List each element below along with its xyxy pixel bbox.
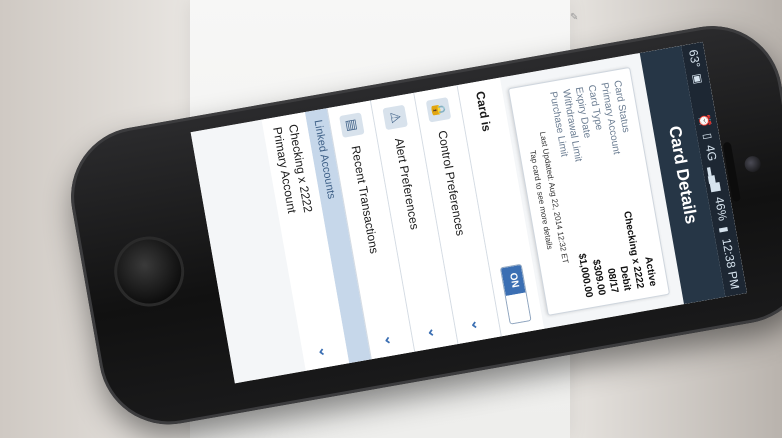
chevron-down-icon: ⌄ <box>468 317 487 332</box>
temperature-text: 63° <box>686 48 703 69</box>
card-toggle[interactable]: ON <box>500 263 533 325</box>
transactions-icon: ▤ <box>339 112 366 138</box>
paper-mark: ✎ <box>570 12 579 23</box>
network-text: 4G <box>702 143 720 163</box>
alert-icon: ⚠ <box>382 104 409 131</box>
image-icon: ▣ <box>690 72 705 85</box>
card-is-label: Card is <box>473 90 495 133</box>
chevron-down-icon: ⌄ <box>381 332 400 347</box>
lock-icon: 🔒 <box>426 96 452 123</box>
home-button[interactable] <box>108 230 190 313</box>
front-camera <box>743 154 762 174</box>
alarm-icon: ⏰ <box>697 112 713 129</box>
phone-device: 63° ▣ ⏰ ▯ 4G ▂▄▆ 46% ▮ 12:38 PM Card Det… <box>60 14 782 436</box>
signal-icon: ▂▄▆ <box>707 165 724 193</box>
chevron-down-icon: ⌄ <box>425 324 443 340</box>
battery-icon: ▮ <box>717 225 731 234</box>
screen-icon: ▯ <box>701 132 715 141</box>
toggle-off-area <box>506 292 531 324</box>
chevron-down-icon: ⌄ <box>316 344 335 359</box>
toggle-on-label: ON <box>501 264 527 296</box>
battery-text: 46% <box>712 195 730 222</box>
